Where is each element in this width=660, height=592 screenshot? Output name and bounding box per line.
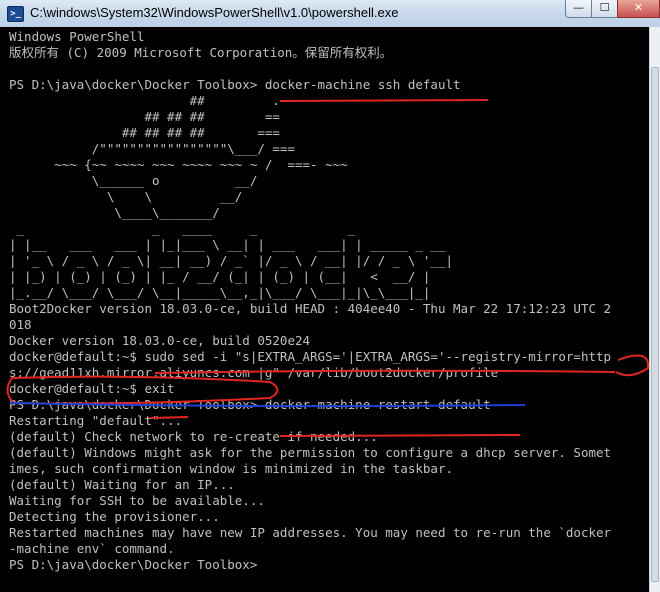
console-line: | |__ ___ ___ | |_|___ \ __| | ___ ___| … bbox=[9, 237, 446, 252]
console-line: PS D:\java\docker\Docker Toolbox> docker… bbox=[9, 77, 461, 92]
console-line: s://gead11xh.mirror.aliyuncs.com |g" /va… bbox=[9, 365, 499, 380]
console-line: ## . bbox=[9, 93, 280, 108]
console-line: \____\_______/ bbox=[9, 205, 220, 220]
console-line: PS D:\java\docker\Docker Toolbox> bbox=[9, 557, 258, 572]
console-line: /"""""""""""""""""\___/ === bbox=[9, 141, 295, 156]
console-line: \ \ __/ bbox=[9, 189, 243, 204]
scrollbar-thumb[interactable] bbox=[651, 67, 659, 582]
console-line: Docker version 18.03.0-ce, build 0520e24 bbox=[9, 333, 311, 348]
console-line: Restarted machines may have new IP addre… bbox=[9, 525, 612, 540]
close-button[interactable]: ✕ bbox=[617, 0, 660, 18]
maximize-button[interactable]: ☐ bbox=[591, 0, 618, 18]
window-title: C:\windows\System32\WindowsPowerShell\v1… bbox=[30, 5, 399, 20]
console-line: docker@default:~$ sudo sed -i "s|EXTRA_A… bbox=[9, 349, 612, 364]
powershell-icon[interactable]: >_ bbox=[7, 6, 24, 22]
console-line: (default) Check network to re-create if … bbox=[9, 429, 378, 444]
console-line: 版权所有 (C) 2009 Microsoft Corporation。保留所有… bbox=[9, 45, 393, 60]
console-line: | '_ \ / _ \ / _ \| __| __) / _` |/ _ \ … bbox=[9, 253, 454, 268]
console-line: -machine env` command. bbox=[9, 541, 175, 556]
console-line: Detecting the provisioner... bbox=[9, 509, 220, 524]
console-line: ## ## ## ## === bbox=[9, 125, 280, 140]
console-line: \______ o __/ bbox=[9, 173, 258, 188]
console-line: _ _ ____ _ _ bbox=[9, 221, 356, 236]
console-line: (default) Waiting for an IP... bbox=[9, 477, 235, 492]
console-line: imes, such confirmation window is minimi… bbox=[9, 461, 454, 476]
vertical-scrollbar[interactable] bbox=[649, 27, 660, 592]
console-line: ~~~ {~~ ~~~~ ~~~ ~~~~ ~~~ ~ / ===- ~~~ bbox=[9, 157, 348, 172]
title-bar[interactable]: >_ C:\windows\System32\WindowsPowerShell… bbox=[0, 0, 660, 28]
console-output[interactable]: Windows PowerShell 版权所有 (C) 2009 Microsof… bbox=[0, 27, 649, 592]
console-line: Restarting "default"... bbox=[9, 413, 183, 428]
console-line: PS D:\java\docker\Docker Toolbox> docker… bbox=[9, 397, 491, 412]
minimize-button[interactable]: — bbox=[565, 0, 592, 18]
console-line: Boot2Docker version 18.03.0-ce, build HE… bbox=[9, 301, 612, 316]
console-line: | |_) | (_) | (_) | |_ / __/ (_| | (_) |… bbox=[9, 269, 431, 284]
console-line: docker@default:~$ exit bbox=[9, 381, 175, 396]
console-line: ## ## ## == bbox=[9, 109, 280, 124]
console-line: Windows PowerShell bbox=[9, 29, 145, 44]
console-line: (default) Windows might ask for the perm… bbox=[9, 445, 612, 460]
console-line: Waiting for SSH to be available... bbox=[9, 493, 265, 508]
console-line: |_.__/ \___/ \___/ \__|_____\__,_|\___/ … bbox=[9, 285, 431, 300]
console-line: 018 bbox=[9, 317, 32, 332]
